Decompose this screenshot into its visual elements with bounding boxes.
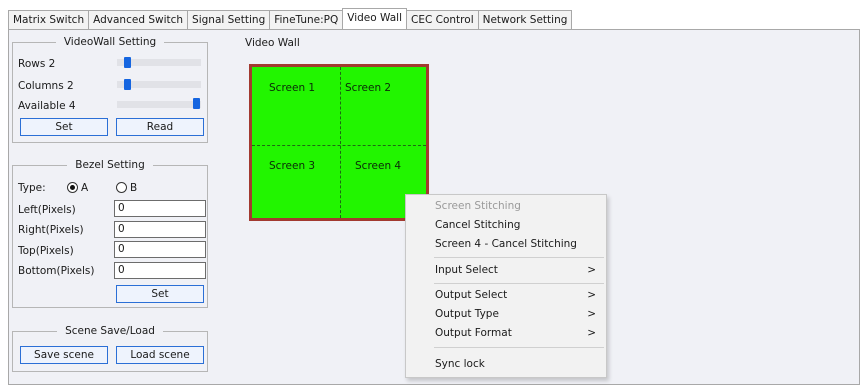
rows-slider-thumb[interactable]: [124, 57, 131, 68]
right-pixels-input[interactable]: 0: [114, 221, 206, 238]
left-pixels-input[interactable]: 0: [114, 200, 206, 217]
bezel-set-button[interactable]: Set: [116, 285, 204, 303]
menu-separator: [434, 283, 604, 284]
tab-network-setting[interactable]: Network Setting: [477, 10, 573, 29]
type-b-radio[interactable]: [116, 182, 127, 193]
video-wall-vertical-divider: [340, 67, 341, 218]
scene-save-load-legend: Scene Save/Load: [65, 325, 155, 337]
load-scene-button[interactable]: Load scene: [116, 346, 204, 364]
menu-item-input-select[interactable]: Input Select >: [406, 261, 606, 280]
right-pixels-label: Right(Pixels): [18, 224, 84, 236]
menu-separator: [434, 257, 604, 258]
tab-advanced-switch[interactable]: Advanced Switch: [88, 10, 189, 29]
type-a-label: A: [81, 182, 89, 194]
menu-item-output-select-label: Output Select: [435, 289, 508, 301]
chevron-right-icon: >: [587, 264, 596, 276]
columns-slider-thumb[interactable]: [124, 79, 131, 90]
columns-label: Columns 2: [18, 80, 74, 92]
video-wall-horizontal-divider: [252, 145, 426, 146]
video-wall-title: Video Wall: [245, 37, 300, 49]
menu-separator: [434, 347, 604, 348]
save-scene-button[interactable]: Save scene: [20, 346, 108, 364]
bezel-setting-legend: Bezel Setting: [75, 159, 145, 171]
left-pixels-label: Left(Pixels): [18, 204, 76, 216]
type-b-label: B: [130, 182, 138, 194]
menu-item-output-type[interactable]: Output Type >: [406, 305, 606, 324]
bottom-pixels-label: Bottom(Pixels): [18, 265, 95, 277]
screen-1-label[interactable]: Screen 1: [269, 82, 315, 94]
video-wall-grid[interactable]: Screen 1 Screen 2 Screen 3 Screen 4: [249, 64, 429, 221]
available-slider-thumb[interactable]: [193, 98, 200, 109]
available-slider-track[interactable]: [117, 101, 201, 108]
videowall-setting-legend: VideoWall Setting: [63, 36, 157, 48]
menu-item-output-select[interactable]: Output Select >: [406, 286, 606, 305]
tab-cec-control[interactable]: CEC Control: [406, 10, 479, 29]
screen-3-label[interactable]: Screen 3: [269, 160, 315, 172]
chevron-right-icon: >: [587, 327, 596, 339]
bottom-pixels-input[interactable]: 0: [114, 262, 206, 279]
tab-matrix-switch[interactable]: Matrix Switch: [8, 10, 90, 29]
screen-2-label[interactable]: Screen 2: [345, 82, 391, 94]
tab-finetune-pq[interactable]: FineTune:PQ: [269, 10, 344, 29]
type-a-radio[interactable]: [67, 182, 78, 193]
menu-item-screen-stitching: Screen Stitching: [435, 200, 521, 212]
menu-item-input-select-label: Input Select: [435, 264, 498, 276]
menu-item-output-format-label: Output Format: [435, 327, 512, 339]
tab-bar: Matrix Switch Advanced Switch Signal Set…: [8, 8, 573, 29]
top-pixels-input[interactable]: 0: [114, 241, 206, 258]
chevron-right-icon: >: [587, 289, 596, 301]
menu-item-sync-lock[interactable]: Sync lock: [406, 355, 606, 374]
type-label: Type:: [18, 182, 46, 194]
tab-signal-setting[interactable]: Signal Setting: [187, 10, 271, 29]
menu-item-screen-4-cancel-stitching[interactable]: Screen 4 - Cancel Stitching: [406, 235, 606, 254]
read-button[interactable]: Read: [116, 118, 204, 136]
videowall-set-button[interactable]: Set: [20, 118, 108, 136]
menu-item-cancel-stitching[interactable]: Cancel Stitching: [406, 216, 606, 235]
tab-video-wall[interactable]: Video Wall: [342, 8, 408, 29]
top-pixels-label: Top(Pixels): [18, 245, 74, 257]
rows-label: Rows 2: [18, 58, 56, 70]
context-menu: Screen Stitching Cancel Stitching Screen…: [405, 194, 607, 378]
screen-4-label[interactable]: Screen 4: [355, 160, 401, 172]
menu-item-output-format[interactable]: Output Format >: [406, 324, 606, 343]
available-label: Available 4: [18, 100, 76, 112]
menu-item-output-type-label: Output Type: [435, 308, 499, 320]
chevron-right-icon: >: [587, 308, 596, 320]
